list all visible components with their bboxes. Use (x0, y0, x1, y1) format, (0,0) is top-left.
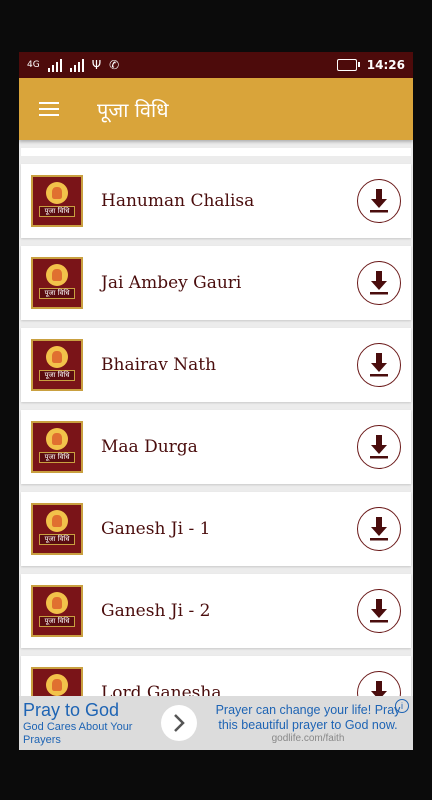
thumbnail-caption: पूजा विधि (39, 369, 75, 381)
deity-thumbnail: पूजा विधि (31, 503, 83, 555)
status-bar: 4G Ψ ✆ 14:26 (19, 52, 413, 78)
battery-icon (336, 59, 360, 71)
item-label: Ganesh Ji - 1 (101, 519, 211, 539)
download-icon[interactable] (357, 179, 401, 223)
ad-subtext: God Cares About Your Prayers (23, 720, 133, 746)
network-type: 4G (27, 60, 40, 70)
thumbnail-caption: पूजा विधि (39, 205, 75, 217)
deity-thumbnail: पूजा विधि (31, 421, 83, 473)
whatsapp-icon: ✆ (109, 58, 120, 72)
deity-thumbnail: पूजा विधि (31, 339, 83, 391)
item-label: Bhairav Nath (101, 355, 217, 375)
download-icon[interactable] (357, 343, 401, 387)
page-title: पूजा विधि (97, 97, 169, 122)
list-item[interactable]: पूजा विधि Ganesh Ji - 2 (21, 574, 411, 648)
list-item[interactable]: पूजा विधि Hanuman Chalisa (21, 164, 411, 238)
deity-thumbnail: पूजा विधि (31, 175, 83, 227)
screen: 4G Ψ ✆ 14:26 पूजा विधि पूजा विधि Hanuman … (19, 52, 413, 750)
aarti-list: पूजा विधि Hanuman Chalisa पूजा विधि Jai Amb… (19, 148, 413, 738)
thumbnail-caption: पूजा विधि (39, 287, 75, 299)
ad-message: Prayer can change your life! Pray this b… (215, 702, 401, 732)
download-icon[interactable] (357, 261, 401, 305)
deity-image (46, 345, 68, 368)
ad-url[interactable]: godlife.com/faith (207, 733, 409, 744)
thumbnail-caption: पूजा विधि (39, 533, 75, 545)
list-item[interactable]: पूजा विधि Ganesh Ji - 1 (21, 492, 411, 566)
phone-frame: 4G Ψ ✆ 14:26 पूजा विधि पूजा विधि Hanuman … (0, 0, 432, 800)
deity-image (46, 181, 68, 204)
clock: 14:26 (366, 58, 405, 72)
deity-image (46, 427, 68, 450)
item-label: Jai Ambey Gauri (101, 273, 242, 293)
thumbnail-caption: पूजा विधि (39, 451, 75, 463)
signal-2-icon (69, 58, 84, 72)
menu-icon[interactable] (39, 102, 59, 116)
item-label: Maa Durga (101, 437, 198, 457)
deity-thumbnail: पूजा विधि (31, 585, 83, 637)
deity-image (46, 591, 68, 614)
list-item[interactable]: पूजा विधि Bhairav Nath (21, 328, 411, 402)
ad-info-icon[interactable]: i (395, 699, 409, 713)
download-icon[interactable] (357, 425, 401, 469)
ad-headline[interactable]: Pray to God (23, 700, 151, 721)
list-item[interactable]: पूजा विधि Jai Ambey Gauri (21, 246, 411, 320)
deity-thumbnail: पूजा विधि (31, 257, 83, 309)
download-icon[interactable] (357, 507, 401, 551)
item-label: Ganesh Ji - 2 (101, 601, 211, 621)
download-icon[interactable] (357, 589, 401, 633)
thumbnail-caption: पूजा विधि (39, 615, 75, 627)
deity-image (46, 263, 68, 286)
list-item-partial (21, 148, 411, 156)
ad-chevron-right-icon[interactable] (161, 705, 197, 741)
app-bar: पूजा विधि (19, 78, 413, 140)
usb-icon: Ψ (91, 58, 102, 72)
item-label: Hanuman Chalisa (101, 191, 255, 211)
list-item[interactable]: पूजा विधि Maa Durga (21, 410, 411, 484)
signal-icon (47, 58, 62, 72)
ad-banner[interactable]: Pray to God God Cares About Your Prayers… (19, 696, 413, 750)
deity-image (46, 673, 68, 696)
deity-image (46, 509, 68, 532)
